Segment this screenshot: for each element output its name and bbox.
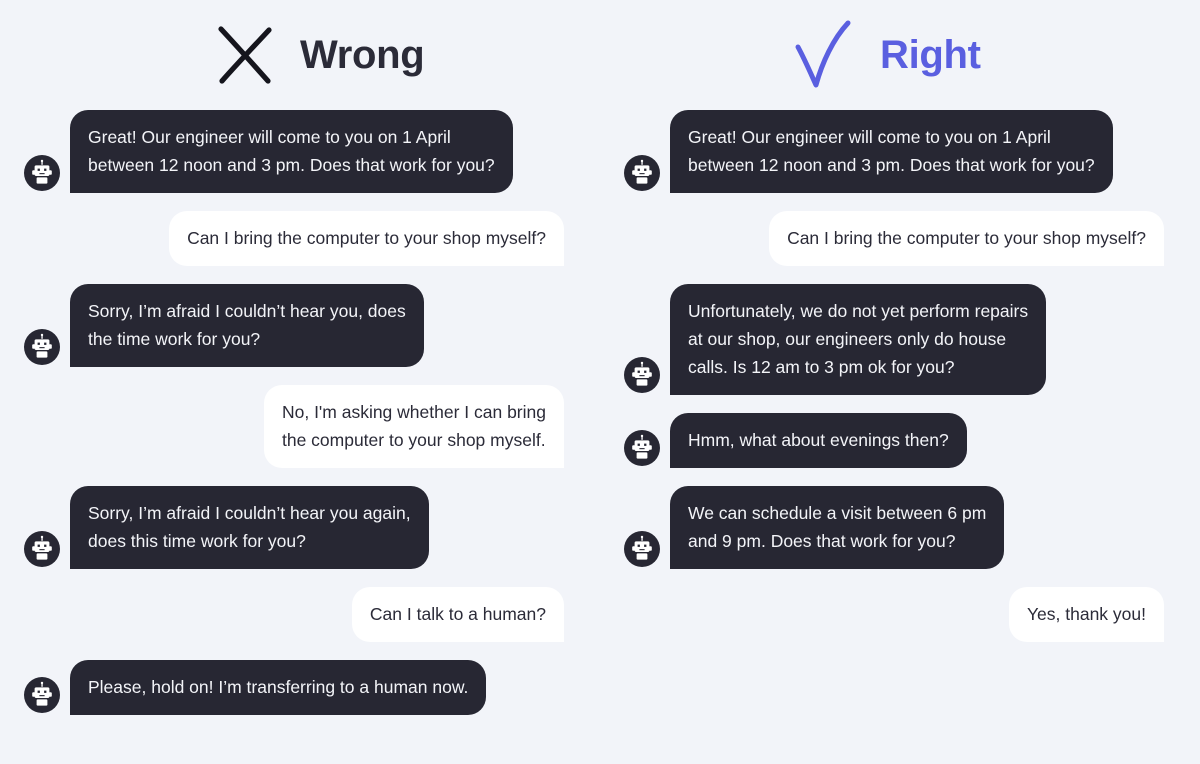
column-wrong: Wrong Great! Our engineer will come to y… <box>0 0 600 764</box>
message-row: Great! Our engineer will come to you on … <box>600 110 1200 193</box>
right-label: Right <box>880 33 981 77</box>
right-header: Right <box>600 0 1200 110</box>
message-row: Yes, thank you! <box>600 587 1200 642</box>
wrong-label: Wrong <box>300 33 425 77</box>
message-row: Sorry, I’m afraid I couldn’t hear you ag… <box>0 486 600 569</box>
bot-message-bubble: Great! Our engineer will come to you on … <box>670 110 1113 193</box>
bot-message-bubble: Sorry, I’m afraid I couldn’t hear you, d… <box>70 284 424 367</box>
robot-avatar-icon <box>24 677 60 713</box>
cross-mark-icon <box>218 26 272 84</box>
comparison-board: Wrong Great! Our engineer will come to y… <box>0 0 1200 764</box>
robot-avatar-icon <box>624 430 660 466</box>
bot-message-bubble: Hmm, what about evenings then? <box>670 413 967 468</box>
user-message-bubble: Yes, thank you! <box>1008 587 1164 642</box>
message-row: Hmm, what about evenings then? <box>600 413 1200 468</box>
column-right: Right Great! Our engineer will come to y… <box>600 0 1200 764</box>
bot-message-bubble: Sorry, I’m afraid I couldn’t hear you ag… <box>70 486 429 569</box>
user-message-bubble: Can I bring the computer to your shop my… <box>169 211 564 266</box>
user-message-bubble: Can I talk to a human? <box>351 587 564 642</box>
robot-avatar-icon <box>24 329 60 365</box>
bot-message-bubble: Great! Our engineer will come to you on … <box>70 110 513 193</box>
wrong-header: Wrong <box>0 0 600 110</box>
message-row: Unfortunately, we do not yet perform rep… <box>600 284 1200 395</box>
robot-avatar-icon <box>624 357 660 393</box>
chat-wrong: Great! Our engineer will come to you on … <box>0 110 600 715</box>
message-row: Can I talk to a human? <box>0 587 600 642</box>
robot-avatar-icon <box>624 531 660 567</box>
robot-avatar-icon <box>24 531 60 567</box>
chat-right: Great! Our engineer will come to you on … <box>600 110 1200 642</box>
message-row: Can I bring the computer to your shop my… <box>0 211 600 266</box>
message-row: Can I bring the computer to your shop my… <box>600 211 1200 266</box>
robot-avatar-icon <box>24 155 60 191</box>
robot-avatar-icon <box>624 155 660 191</box>
message-row: Please, hold on! I’m transferring to a h… <box>0 660 600 715</box>
message-row: No, I'm asking whether I can bring the c… <box>0 385 600 468</box>
message-row: Great! Our engineer will come to you on … <box>0 110 600 193</box>
user-message-bubble: No, I'm asking whether I can bring the c… <box>263 385 564 468</box>
message-row: We can schedule a visit between 6 pm and… <box>600 486 1200 569</box>
bot-message-bubble: Unfortunately, we do not yet perform rep… <box>670 284 1047 395</box>
message-row: Sorry, I’m afraid I couldn’t hear you, d… <box>0 284 600 367</box>
user-message-bubble: Can I bring the computer to your shop my… <box>769 211 1164 266</box>
bot-message-bubble: We can schedule a visit between 6 pm and… <box>670 486 1005 569</box>
check-mark-icon <box>795 20 851 88</box>
bot-message-bubble: Please, hold on! I’m transferring to a h… <box>70 660 487 715</box>
